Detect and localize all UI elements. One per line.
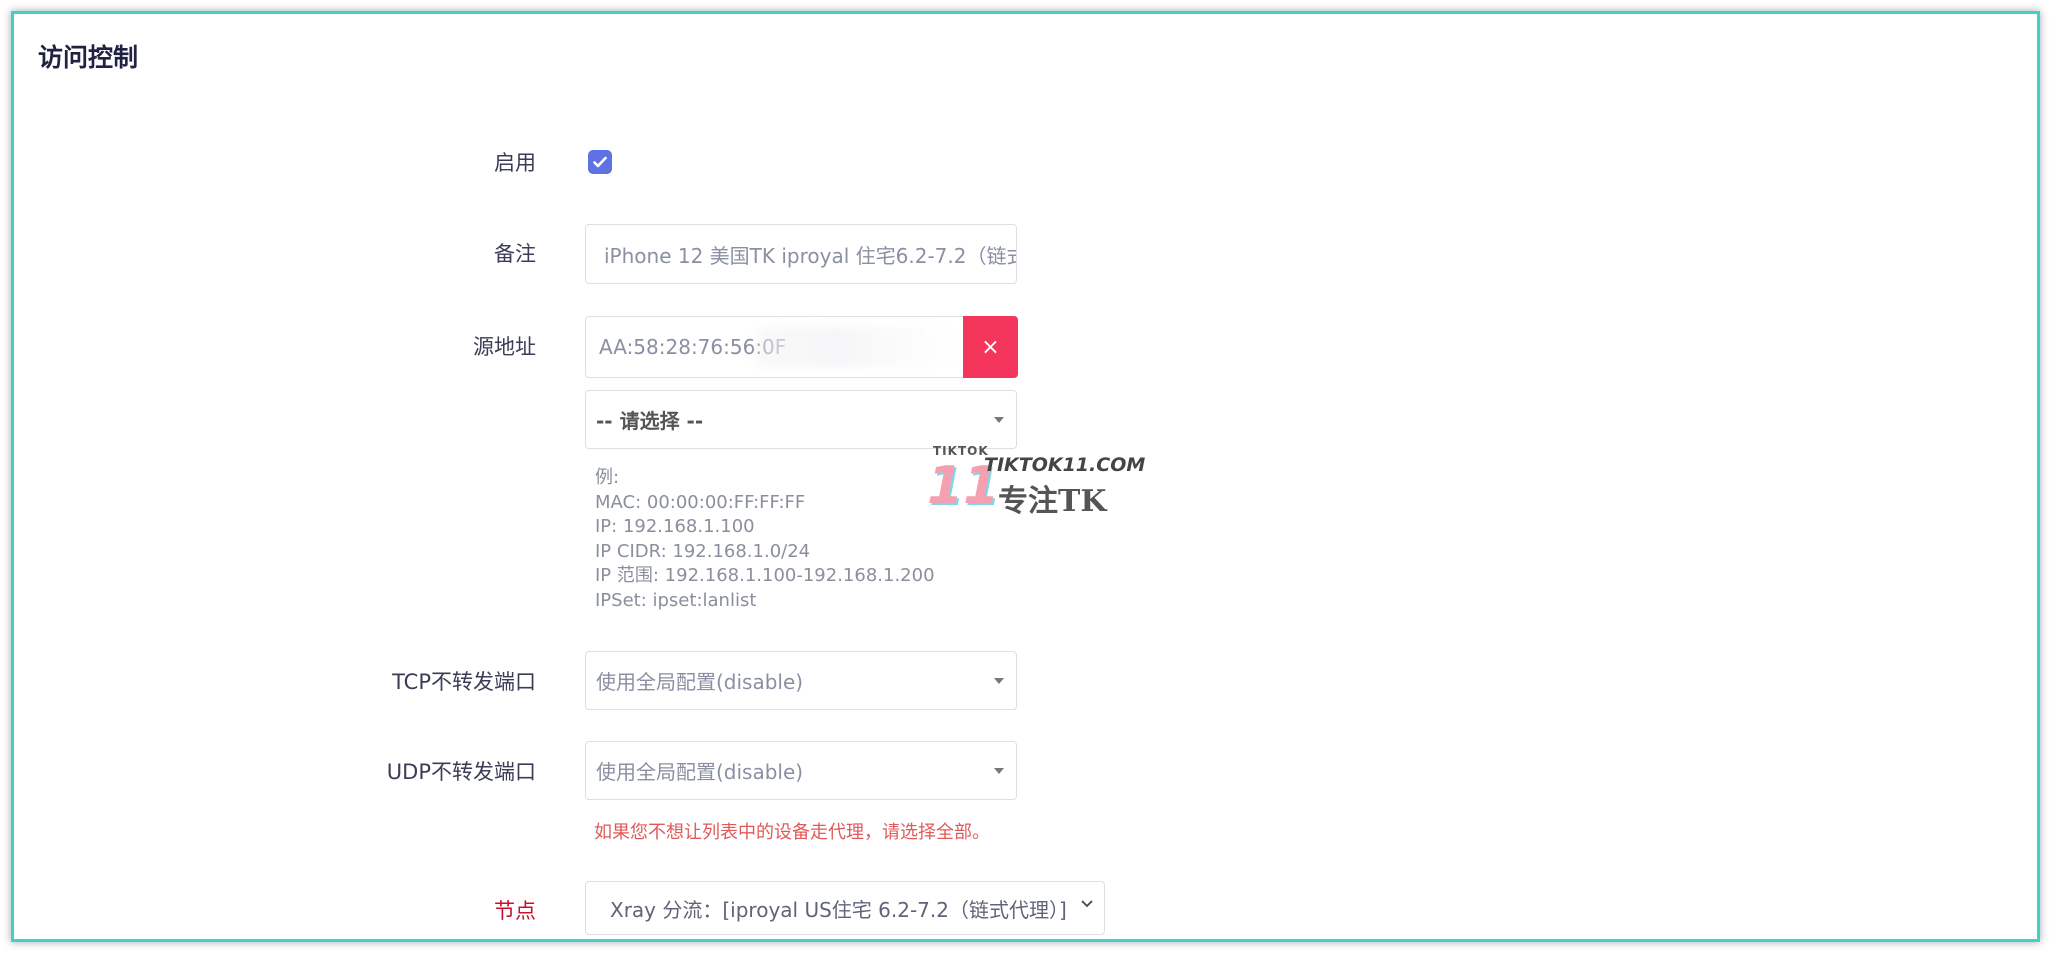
hint-line: IP 范围: 192.168.1.100-192.168.1.200 [595, 565, 935, 586]
close-icon: × [981, 334, 1000, 360]
node-label: 节点 [494, 899, 536, 923]
chevron-down-icon [1081, 900, 1093, 908]
tiktok11-watermark: TIKTOK 11 TIKTOK11.COM 专注TK [925, 444, 1145, 524]
node-select[interactable]: Xray 分流：[iproyal US住宅 6.2-7.2（链式代理）] [585, 881, 1105, 935]
remark-value: iPhone 12 美国TK iproyal 住宅6.2-7.2（链式 [604, 243, 1016, 268]
hint-line: MAC: 00:00:00:FF:FF:FF [595, 491, 806, 513]
source-address-select[interactable]: -- 请选择 -- [585, 390, 1017, 449]
dropdown-arrow-icon [994, 767, 1004, 774]
tcp-no-redir-ports-select[interactable]: 使用全局配置(disable) [585, 651, 1017, 710]
udp-no-redir-ports-select[interactable]: 使用全局配置(disable) [585, 741, 1017, 800]
source-address-label: 源地址 [473, 335, 536, 359]
hint-line: IP CIDR: 192.168.1.0/24 [595, 540, 811, 562]
enable-label: 启用 [494, 151, 536, 175]
dropdown-arrow-icon [994, 416, 1004, 423]
redaction-blur [756, 327, 956, 367]
remark-label: 备注 [494, 242, 536, 266]
dropdown-arrow-icon [994, 677, 1004, 684]
tcp-no-redir-ports-label: TCP不转发端口 [392, 670, 536, 694]
source-select-placeholder: -- 请选择 -- [596, 409, 704, 433]
check-icon [593, 156, 607, 168]
tcp-select-value: 使用全局配置(disable) [596, 670, 804, 694]
udp-no-redir-ports-label: UDP不转发端口 [386, 760, 536, 784]
page-title: 访问控制 [38, 43, 139, 72]
enable-checkbox[interactable] [588, 150, 612, 174]
hint-line: 例: [595, 467, 620, 488]
source-address-input[interactable]: AA:58:28:76:56:0F [585, 316, 964, 378]
hint-line: IPSet: ipset:lanlist [595, 589, 757, 611]
udp-warning-text: 如果您不想让列表中的设备走代理，请选择全部。 [594, 822, 990, 843]
source-address-hints: 例: MAC: 00:00:00:FF:FF:FF IP: 192.168.1.… [595, 466, 935, 613]
remark-input[interactable]: iPhone 12 美国TK iproyal 住宅6.2-7.2（链式 [585, 224, 1017, 284]
remove-source-button[interactable]: × [963, 316, 1018, 378]
node-select-value: Xray 分流：[iproyal US住宅 6.2-7.2（链式代理）] [610, 897, 1067, 922]
watermark-site: TIKTOK11.COM [984, 454, 1146, 476]
watermark-slogan: 专注TK [998, 484, 1107, 519]
udp-select-value: 使用全局配置(disable) [596, 760, 804, 784]
hint-line: IP: 192.168.1.100 [595, 516, 755, 537]
